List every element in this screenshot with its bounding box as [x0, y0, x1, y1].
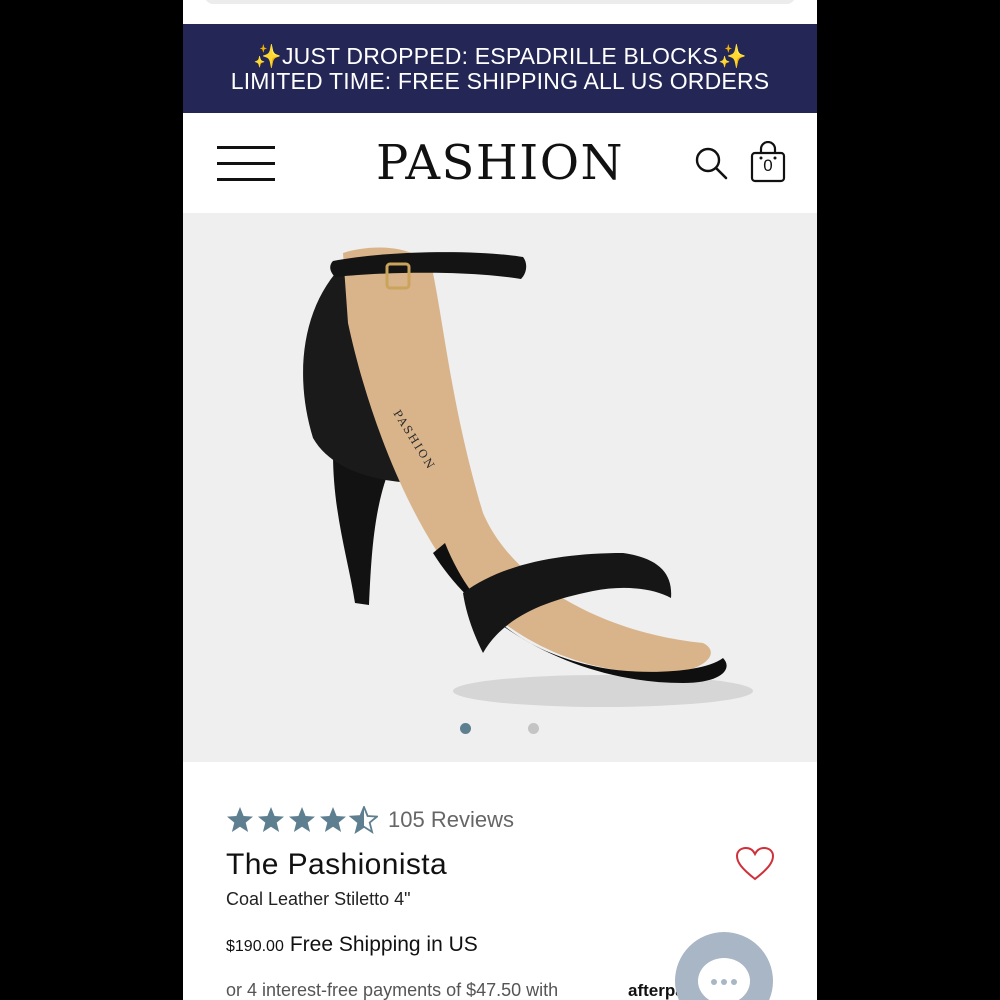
product-details: 105 Reviews The Pashionista Coal Leather… [183, 762, 817, 1000]
product-title: The Pashionista [226, 848, 448, 881]
star-icon [227, 807, 253, 832]
chat-icon [698, 958, 750, 1000]
site-header: PASHION 0 [183, 113, 817, 213]
price-line: $190.00 Free Shipping in US [226, 932, 478, 960]
star-icon [320, 807, 346, 832]
address-bar[interactable] [205, 0, 795, 4]
browser-url-strip [183, 0, 817, 24]
menu-button[interactable] [217, 146, 275, 182]
price: $190.00 [226, 938, 284, 955]
installments-text: or 4 interest-free payments of $47.50 wi… [226, 980, 559, 1000]
sandal-photo: PASHION [303, 247, 753, 707]
shipping-note: Free Shipping in US [289, 933, 478, 956]
search-icon [695, 147, 728, 180]
wishlist-button[interactable] [735, 846, 775, 882]
reviews-link[interactable]: 105 Reviews [388, 806, 514, 834]
chat-button[interactable] [675, 932, 773, 1000]
heart-icon [735, 846, 775, 881]
mobile-screen: ✨JUST DROPPED: ESPADRILLE BLOCKS✨ LIMITE… [183, 0, 817, 1000]
promo-banner[interactable]: ✨JUST DROPPED: ESPADRILLE BLOCKS✨ LIMITE… [183, 24, 817, 113]
cart-count: 0 [763, 156, 773, 175]
product-image[interactable]: PASHION [183, 213, 817, 762]
star-icon [289, 807, 315, 832]
star-rating [227, 806, 378, 833]
brand-logo[interactable]: PASHION [353, 133, 647, 193]
carousel-dot-1[interactable] [460, 723, 471, 734]
cart-button[interactable]: 0 [749, 141, 787, 183]
carousel-dot-2[interactable] [528, 723, 539, 734]
star-icon [258, 807, 284, 832]
search-button[interactable] [693, 145, 729, 181]
promo-banner-text: ✨JUST DROPPED: ESPADRILLE BLOCKS✨ LIMITE… [230, 42, 770, 94]
product-subtitle: Coal Leather Stiletto 4" [226, 889, 411, 909]
